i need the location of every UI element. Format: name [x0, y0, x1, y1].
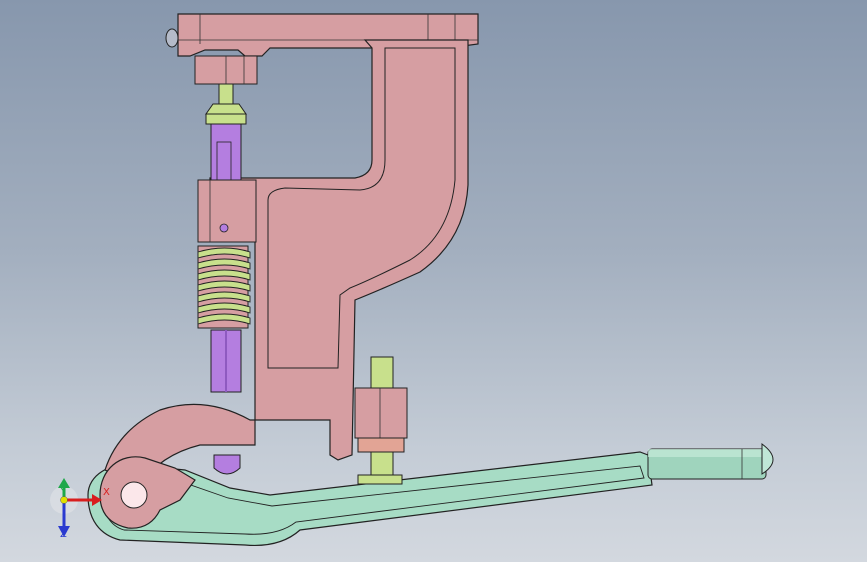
model-canvas[interactable]: [0, 0, 867, 562]
return-spring[interactable]: [197, 245, 251, 329]
x-axis-label: X: [103, 487, 110, 498]
graphics-viewport[interactable]: Y X Z: [0, 0, 867, 562]
lever-handle-grip[interactable]: [647, 443, 774, 480]
punch-adapter[interactable]: [205, 83, 247, 125]
y-axis-label: Y: [60, 486, 67, 497]
side-knob[interactable]: [165, 28, 179, 48]
top-bushing[interactable]: [194, 55, 258, 85]
stop-block[interactable]: [354, 387, 408, 439]
lock-nut[interactable]: [357, 437, 405, 453]
press-frame[interactable]: [99, 13, 479, 529]
z-axis-label: Z: [60, 529, 67, 540]
